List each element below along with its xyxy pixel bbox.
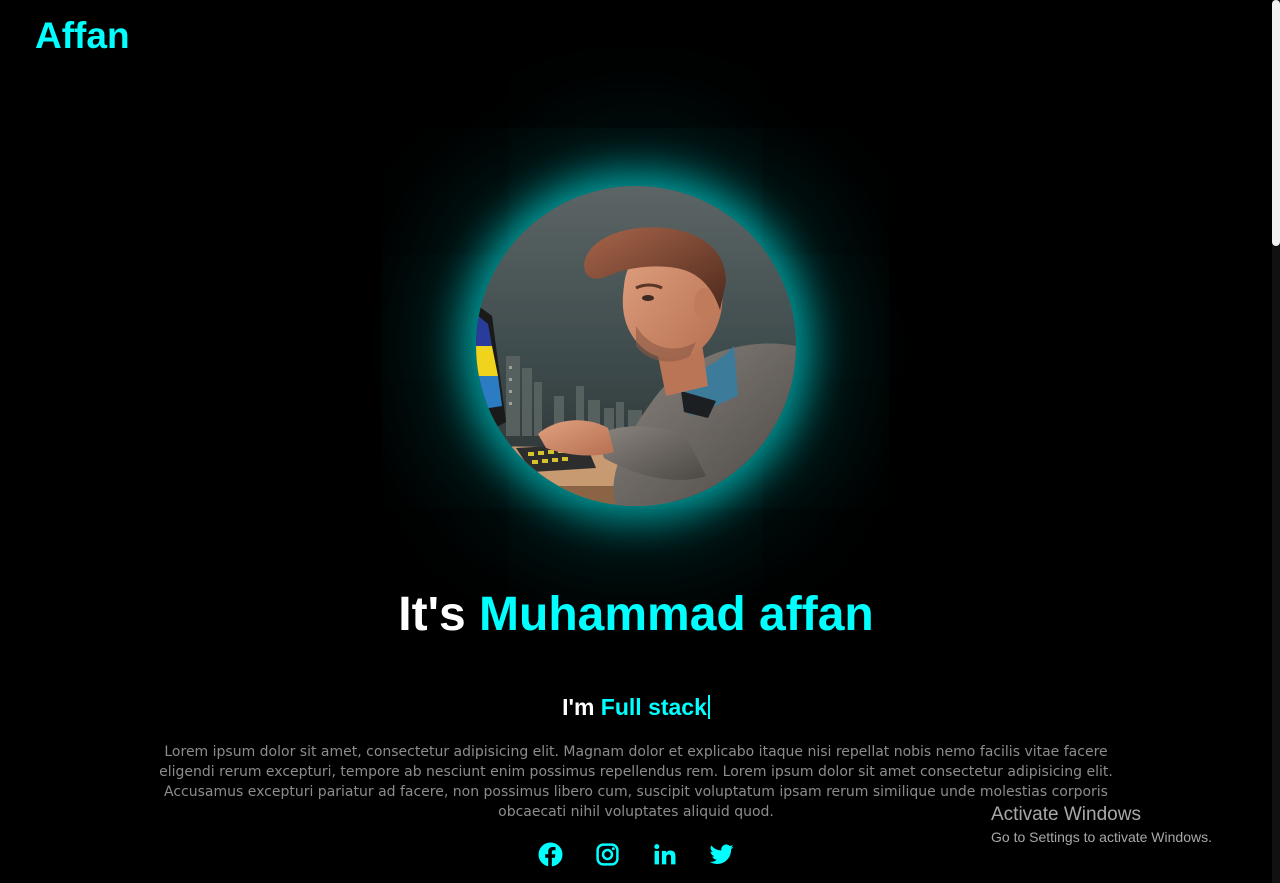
facebook-link[interactable] bbox=[538, 842, 563, 867]
typing-cursor bbox=[707, 695, 710, 719]
facebook-icon bbox=[538, 842, 563, 867]
profile-avatar bbox=[476, 186, 796, 506]
hero-bio: Lorem ipsum dolor sit amet, consectetur … bbox=[159, 744, 1113, 820]
headline-name: Muhammad affan bbox=[479, 588, 874, 641]
instagram-link[interactable] bbox=[595, 842, 620, 867]
scrollbar-thumb[interactable] bbox=[1272, 0, 1280, 246]
hero-subheading: I'm Full stack bbox=[0, 692, 1272, 722]
twitter-icon bbox=[709, 844, 734, 864]
site-logo[interactable]: Affan bbox=[35, 14, 130, 58]
headline-prefix: It's bbox=[398, 588, 480, 641]
linkedin-icon bbox=[654, 844, 676, 865]
watermark-title: Activate Windows bbox=[991, 804, 1141, 825]
typed-role: Full stack bbox=[600, 694, 707, 720]
profile-illustration bbox=[476, 186, 796, 506]
watermark-subtitle: Go to Settings to activate Windows. bbox=[991, 829, 1212, 845]
hero-headline: It's Muhammad affan bbox=[0, 585, 1272, 645]
twitter-link[interactable] bbox=[709, 842, 734, 867]
instagram-icon bbox=[596, 843, 619, 866]
windows-activation-watermark: Activate Windows Go to Settings to activ… bbox=[991, 803, 1212, 847]
linkedin-link[interactable] bbox=[652, 842, 677, 867]
subhead-prefix: I'm bbox=[562, 694, 601, 720]
